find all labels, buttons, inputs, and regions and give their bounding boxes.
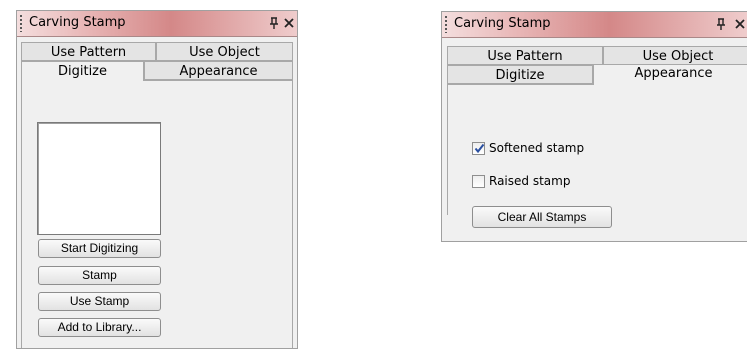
appearance-tab-content: Softened stamp Raised stamp Clear All St… [447,84,747,228]
close-icon[interactable] [733,14,747,34]
softened-stamp-checkbox[interactable] [472,141,485,155]
tab-appearance[interactable]: Appearance [144,61,293,80]
stamp-preview [37,122,161,235]
tab-use-pattern[interactable]: Use Pattern [21,42,156,61]
start-digitizing-button[interactable]: Start Digitizing [38,239,161,258]
raised-stamp-checkbox[interactable] [472,174,485,188]
carving-stamp-panel-appearance: Carving Stamp Use Pattern Use Object Dig… [441,11,747,242]
softened-stamp-option[interactable]: Softened stamp [472,141,584,155]
pin-icon[interactable] [714,14,728,34]
checkmark-icon [474,143,485,153]
digitize-tab-content: Start Digitizing Stamp Use Stamp Add to … [21,80,293,348]
use-stamp-button[interactable]: Use Stamp [38,292,161,311]
tab-use-object[interactable]: Use Object [603,46,747,65]
carving-stamp-panel-digitize: Carving Stamp Use Pattern Use Object Dig… [16,10,298,349]
grip-icon[interactable] [445,16,447,33]
panel-title: Carving Stamp [29,15,126,30]
add-to-library-button[interactable]: Add to Library... [38,318,161,337]
raised-stamp-label: Raised stamp [489,174,571,188]
panel-titlebar[interactable]: Carving Stamp [442,12,747,38]
close-icon[interactable] [282,13,296,33]
stamp-button[interactable]: Stamp [38,266,161,285]
softened-stamp-label: Softened stamp [489,141,585,155]
panel-title: Carving Stamp [454,16,551,31]
tab-appearance[interactable]: Appearance [593,64,747,85]
tab-digitize[interactable]: Digitize [21,61,144,81]
tab-digitize[interactable]: Digitize [447,65,593,84]
pin-icon[interactable] [267,13,281,33]
panel-titlebar[interactable]: Carving Stamp [17,11,297,37]
raised-stamp-option[interactable]: Raised stamp [472,174,570,188]
tab-use-pattern[interactable]: Use Pattern [447,46,603,65]
grip-icon[interactable] [20,15,22,32]
clear-all-stamps-button[interactable]: Clear All Stamps [472,206,612,228]
tab-use-object[interactable]: Use Object [156,42,293,61]
